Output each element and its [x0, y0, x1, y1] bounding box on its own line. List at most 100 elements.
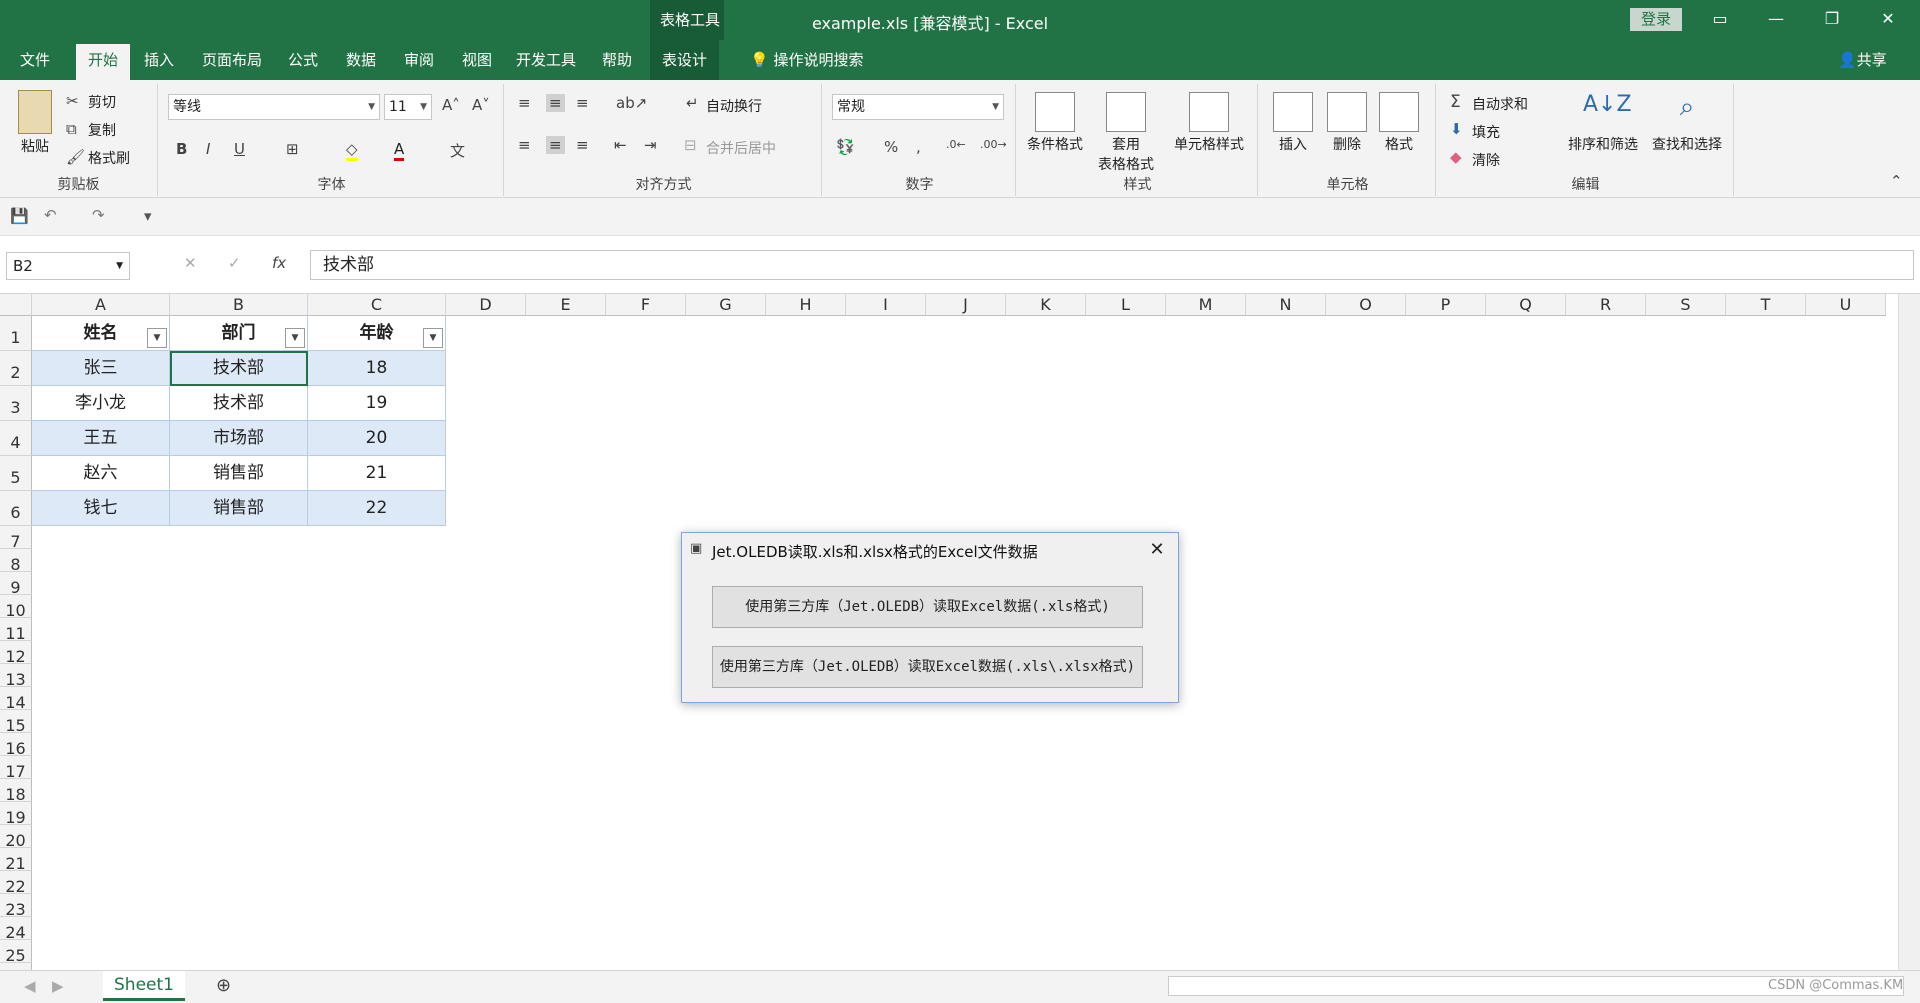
row-header[interactable]: 9: [0, 572, 32, 597]
row-header[interactable]: 13: [0, 664, 32, 689]
conditional-formatting-button[interactable]: 条件格式: [1024, 92, 1086, 154]
cell-styles-button[interactable]: 单元格样式: [1168, 92, 1250, 154]
align-middle-icon[interactable]: ≡: [546, 94, 565, 112]
tab-home[interactable]: 开始: [76, 44, 131, 80]
column-header[interactable]: Q: [1486, 294, 1566, 316]
format-as-table-button[interactable]: 套用 表格格式: [1090, 92, 1162, 174]
align-top-icon[interactable]: ≡: [518, 94, 531, 112]
table-cell[interactable]: 李小龙: [32, 386, 170, 421]
wrap-text-button[interactable]: 自动换行: [706, 96, 762, 116]
column-header[interactable]: O: [1326, 294, 1406, 316]
column-header[interactable]: B: [170, 294, 308, 316]
merge-center-button[interactable]: 合并后居中: [706, 138, 776, 158]
increase-decimal-icon[interactable]: .0←: [946, 138, 966, 151]
bold-icon[interactable]: B: [176, 140, 187, 158]
increase-indent-icon[interactable]: ⇥: [644, 136, 657, 154]
enter-icon[interactable]: ✓: [228, 254, 241, 272]
tell-me-search[interactable]: 💡 操作说明搜索: [738, 40, 875, 80]
fill-color-icon[interactable]: ◇: [346, 140, 358, 161]
table-cell[interactable]: 20: [308, 421, 446, 456]
read-xls-xlsx-button[interactable]: 使用第三方库（Jet.OLEDB）读取Excel数据(.xls\.xlsx格式): [712, 646, 1143, 688]
tab-file[interactable]: 文件: [8, 40, 62, 80]
row-header[interactable]: 17: [0, 756, 32, 781]
filter-dropdown-icon[interactable]: ▼: [285, 328, 305, 348]
vertical-scrollbar[interactable]: [1898, 294, 1920, 970]
column-header[interactable]: A: [32, 294, 170, 316]
formula-input[interactable]: 技术部: [310, 250, 1914, 280]
borders-icon[interactable]: ⊞: [286, 140, 299, 158]
save-icon[interactable]: 💾: [10, 207, 29, 225]
name-box[interactable]: B2 ▼: [6, 252, 130, 280]
column-header[interactable]: I: [846, 294, 926, 316]
select-all-corner[interactable]: [0, 294, 32, 316]
cut-button[interactable]: 剪切: [88, 92, 116, 112]
tab-table-design[interactable]: 表设计: [650, 40, 720, 80]
next-sheet-icon[interactable]: ▶: [52, 977, 64, 995]
row-header[interactable]: 20: [0, 825, 32, 850]
row-header[interactable]: 4: [0, 421, 32, 456]
filter-dropdown-icon[interactable]: ▼: [423, 328, 443, 348]
row-header[interactable]: 21: [0, 848, 32, 873]
column-header[interactable]: F: [606, 294, 686, 316]
table-cell[interactable]: 技术部: [170, 351, 308, 386]
table-cell[interactable]: 张三: [32, 351, 170, 386]
read-xls-button[interactable]: 使用第三方库（Jet.OLEDB）读取Excel数据(.xls格式): [712, 586, 1143, 628]
column-header[interactable]: M: [1166, 294, 1246, 316]
font-name-combo[interactable]: 等线 ▼: [168, 94, 380, 120]
login-button[interactable]: 登录: [1630, 8, 1682, 31]
minimize-icon[interactable]: —: [1748, 0, 1804, 40]
table-cell[interactable]: 钱七: [32, 491, 170, 526]
close-icon[interactable]: ✕: [1860, 0, 1916, 40]
format-painter-button[interactable]: 格式刷: [88, 148, 130, 168]
row-header[interactable]: 23: [0, 894, 32, 919]
row-header[interactable]: 16: [0, 733, 32, 758]
restore-icon[interactable]: ❐: [1804, 0, 1860, 40]
increase-font-icon[interactable]: A˄: [442, 96, 460, 114]
collapse-ribbon-icon[interactable]: ⌃: [1890, 172, 1903, 190]
column-header[interactable]: R: [1566, 294, 1646, 316]
table-cell[interactable]: 19: [308, 386, 446, 421]
decrease-indent-icon[interactable]: ⇤: [614, 136, 627, 154]
column-header[interactable]: D: [446, 294, 526, 316]
table-cell[interactable]: 18: [308, 351, 446, 386]
row-header[interactable]: 7: [0, 526, 32, 551]
insert-cells-button[interactable]: 插入: [1268, 92, 1318, 154]
tab-developer[interactable]: 开发工具: [504, 40, 588, 80]
align-center-icon[interactable]: ≡: [546, 136, 565, 154]
tab-review[interactable]: 审阅: [392, 40, 446, 80]
close-icon[interactable]: ✕: [1142, 536, 1172, 564]
autosum-button[interactable]: 自动求和: [1472, 94, 1528, 114]
cancel-icon[interactable]: ✕: [184, 254, 197, 272]
table-cell[interactable]: 技术部: [170, 386, 308, 421]
percent-icon[interactable]: %: [884, 138, 898, 156]
row-header[interactable]: 22: [0, 871, 32, 896]
redo-icon[interactable]: ↷: [92, 206, 105, 224]
row-header[interactable]: 2: [0, 351, 32, 386]
table-cell[interactable]: 22: [308, 491, 446, 526]
copy-button[interactable]: 复制: [88, 120, 116, 140]
row-header[interactable]: 18: [0, 779, 32, 804]
sort-filter-button[interactable]: A↓Z 排序和筛选: [1562, 92, 1644, 154]
format-cells-button[interactable]: 格式: [1374, 92, 1424, 154]
tab-help[interactable]: 帮助: [590, 40, 644, 80]
accounting-format-icon[interactable]: 💱: [836, 138, 855, 156]
tab-insert[interactable]: 插入: [132, 40, 186, 80]
row-header[interactable]: 8: [0, 549, 32, 574]
row-header[interactable]: 24: [0, 917, 32, 942]
column-header[interactable]: K: [1006, 294, 1086, 316]
column-header[interactable]: N: [1246, 294, 1326, 316]
tab-page-layout[interactable]: 页面布局: [190, 40, 274, 80]
ribbon-display-options-icon[interactable]: ▭: [1692, 0, 1748, 40]
column-header[interactable]: L: [1086, 294, 1166, 316]
row-header[interactable]: 6: [0, 491, 32, 526]
table-cell[interactable]: 21: [308, 456, 446, 491]
align-bottom-icon[interactable]: ≡: [576, 94, 589, 112]
paste-button[interactable]: 粘贴: [10, 90, 60, 156]
column-header[interactable]: S: [1646, 294, 1726, 316]
italic-icon[interactable]: I: [206, 140, 210, 158]
insert-function-icon[interactable]: fx: [272, 254, 286, 272]
undo-icon[interactable]: ↶: [44, 206, 57, 224]
phonetic-icon[interactable]: 文: [450, 140, 465, 161]
column-header[interactable]: G: [686, 294, 766, 316]
orientation-icon[interactable]: ab↗: [616, 94, 647, 112]
